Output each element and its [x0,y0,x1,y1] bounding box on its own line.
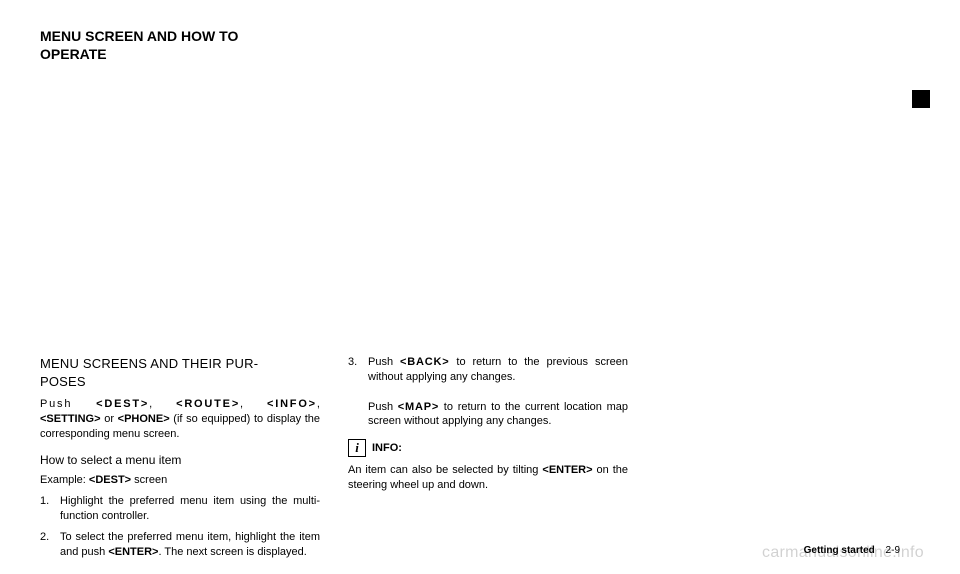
content-columns: MENU SCREENS AND THEIR PUR- POSES Push <… [40,355,900,567]
info-callout: i INFO: [348,439,628,457]
step2-b: . The next screen is displayed. [158,546,306,558]
step-number: 1. [40,494,52,524]
step-number: 3. [348,355,360,429]
step3-text: Push <BACK> to return to the previous sc… [368,355,628,429]
comma2: , [240,398,243,410]
btn-enter: <ENTER> [108,546,158,558]
btn-route: <ROUTE> [176,398,240,410]
btn-setting: <SETTING> [40,413,101,425]
section-marker [912,90,930,108]
list-item: 2. To select the preferred menu item, hi… [40,530,320,560]
subheading-line2: POSES [40,374,86,389]
watermark: carmanualsonline.info [762,544,924,562]
btn-back: <BACK> [400,356,449,368]
para-example: Example: <DEST> screen [40,473,320,488]
list-item: 3. Push <BACK> to return to the previous… [348,355,628,429]
comma1: , [149,398,152,410]
step1-text: Highlight the preferred menu item using … [60,494,320,524]
comma3: , [317,398,320,410]
steps-list-continued: 3. Push <BACK> to return to the previous… [348,355,628,429]
page-title-line1: MENU SCREEN AND HOW TO [40,28,900,46]
if-equipped: (if so equipped) [173,413,250,425]
or-word: or [104,413,114,425]
steps-list: 1. Highlight the preferred menu item usi… [40,494,320,560]
example-suffix: screen [134,474,167,486]
manual-page: MENU SCREEN AND HOW TO OPERATE MENU SCRE… [0,0,960,574]
btn-dest: <DEST> [96,398,149,410]
btn-dest-example: <DEST> [89,474,131,486]
page-title-line2: OPERATE [40,46,900,64]
step2-text: To select the preferred menu item, highl… [60,530,320,560]
subheading-menu-screens: MENU SCREENS AND THEIR PUR- POSES [40,355,320,390]
info-label: INFO: [372,441,402,456]
example-prefix: Example: [40,474,86,486]
step-number: 2. [40,530,52,560]
btn-map: <MAP> [398,401,439,413]
para-push-buttons: Push <DEST>, <ROUTE>, <INFO>, <SETTING> … [40,397,320,442]
btn-phone: <PHONE> [118,413,170,425]
btn-info: <INFO> [267,398,317,410]
step3-a: Push [368,356,400,368]
info-para-a: An item can also be selected by tilting [348,464,542,476]
info-icon: i [348,439,366,457]
btn-enter-wheel: <ENTER> [542,464,592,476]
info-para: An item can also be selected by tilting … [348,463,628,493]
subheading-howto: How to select a menu item [40,452,320,468]
push-word: Push [40,398,72,410]
step3-c: Push [368,401,398,413]
subheading-line1: MENU SCREENS AND THEIR PUR- [40,356,258,371]
list-item: 1. Highlight the preferred menu item usi… [40,494,320,524]
column-left: MENU SCREENS AND THEIR PUR- POSES Push <… [40,355,320,567]
page-title: MENU SCREEN AND HOW TO OPERATE [40,28,900,63]
column-right: 3. Push <BACK> to return to the previous… [348,355,628,567]
